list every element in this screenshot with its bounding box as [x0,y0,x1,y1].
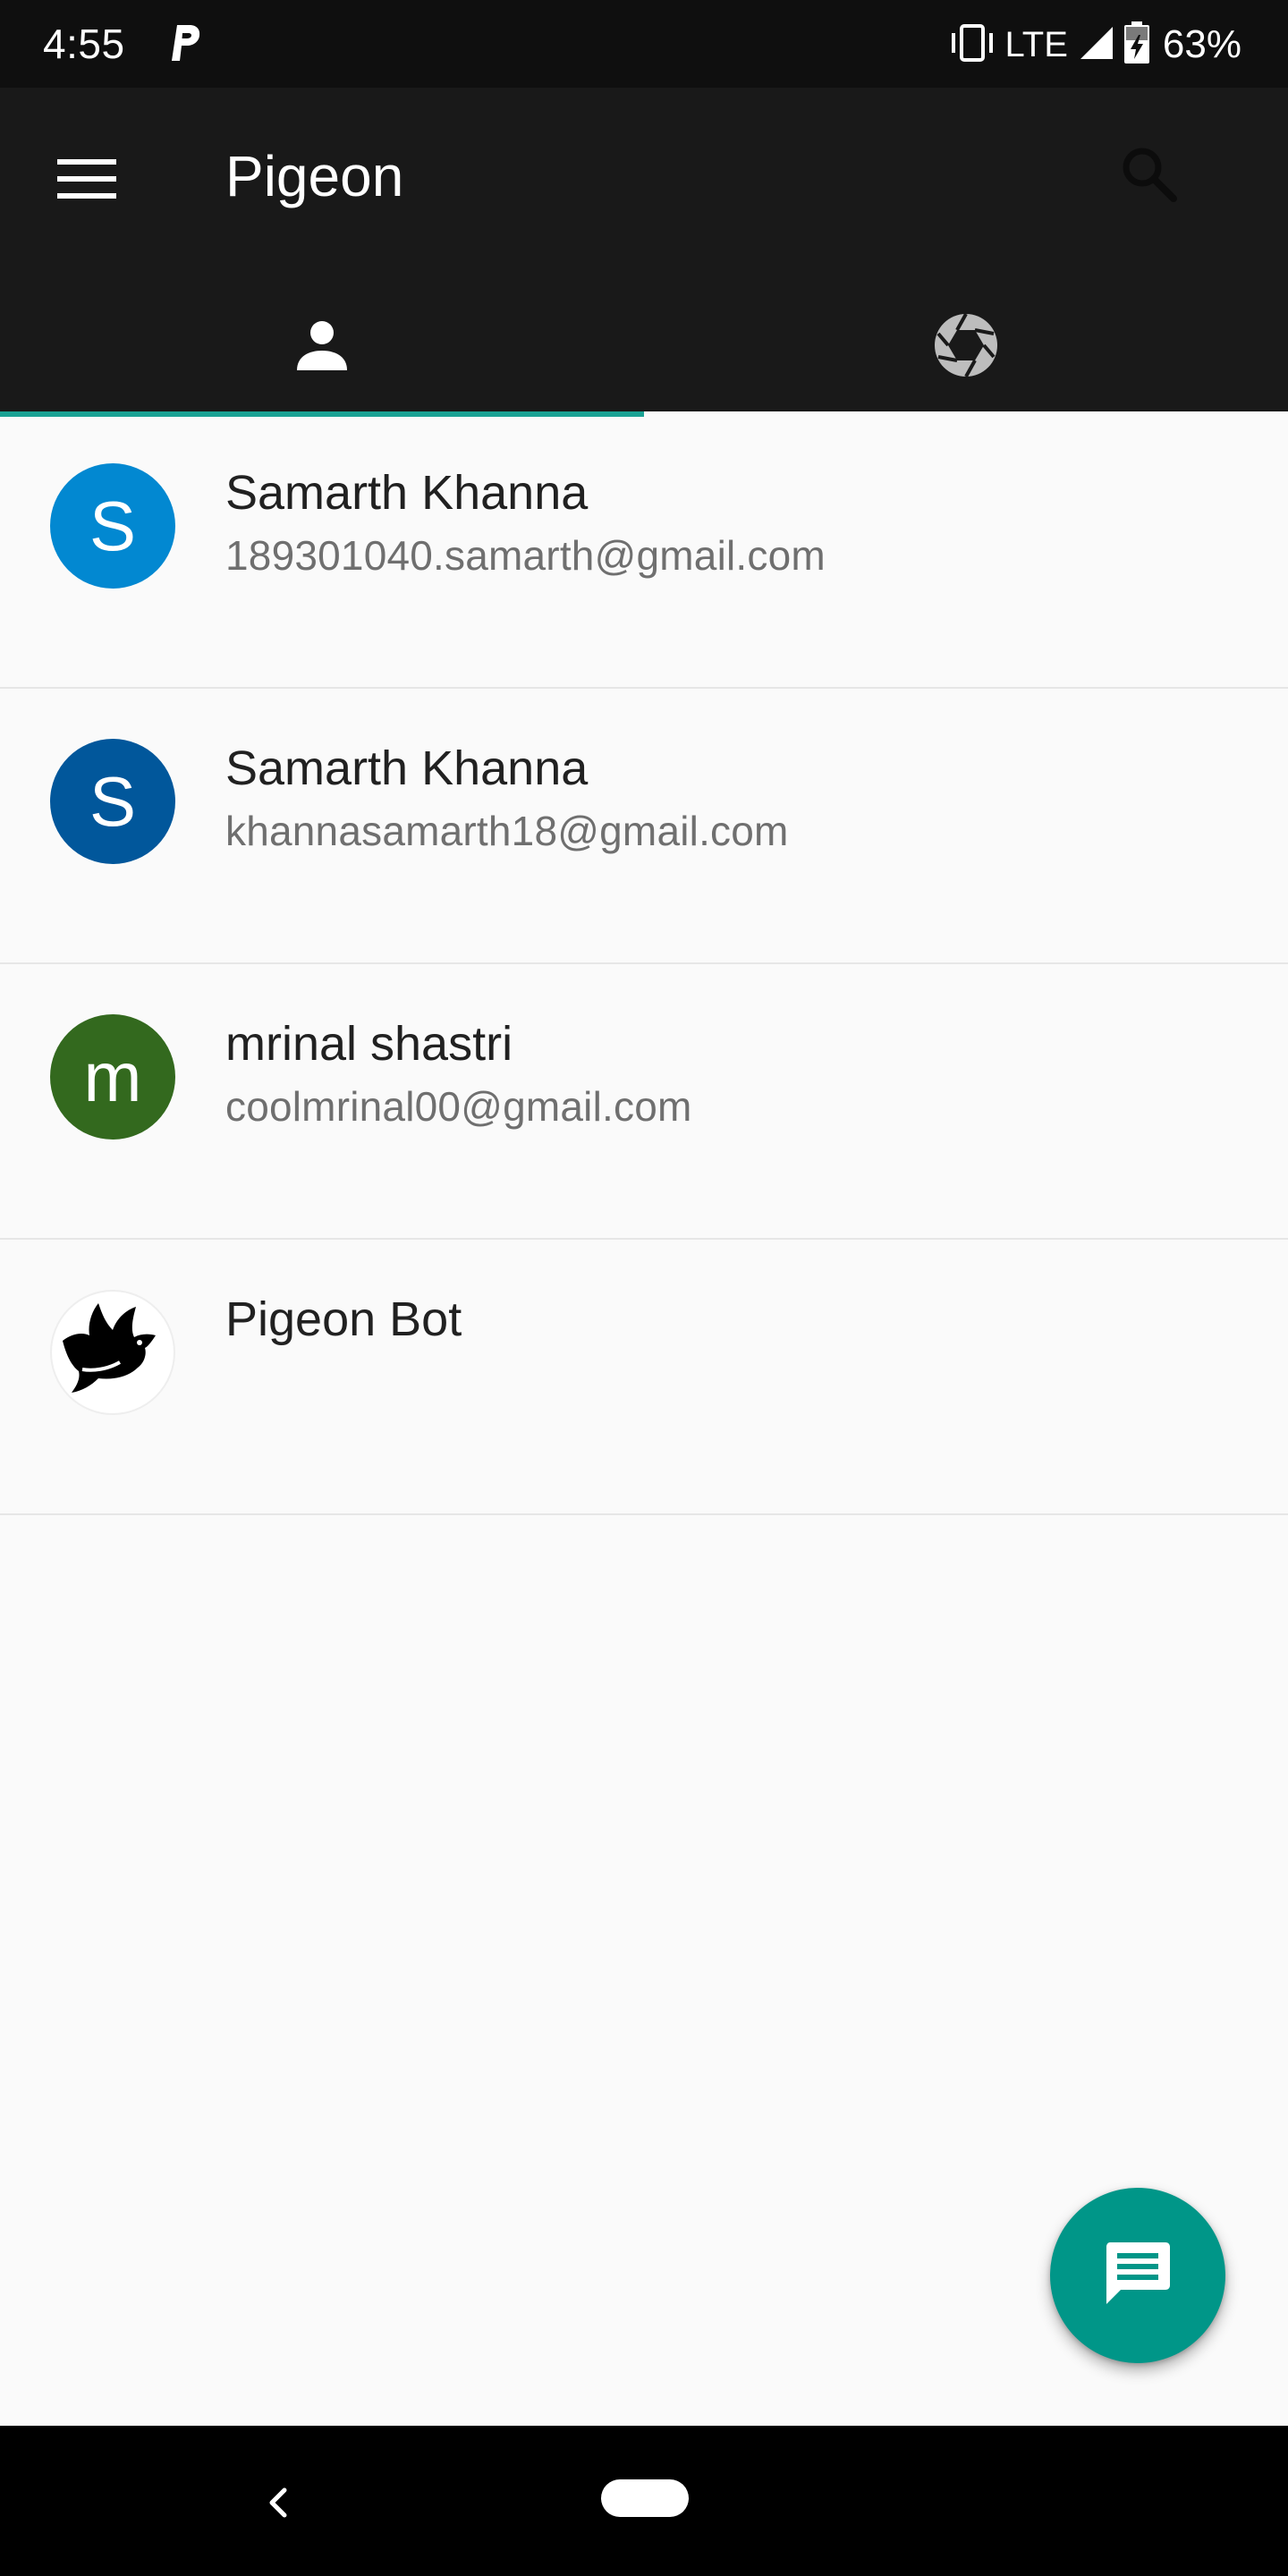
contact-name: Pigeon Bot [225,1292,462,1346]
avatar: S [50,463,175,589]
avatar: S [50,739,175,864]
status-bar: 4:55 LTE 63% [0,0,1288,88]
list-item[interactable]: S Samarth Khanna khannasamarth18@gmail.c… [0,689,1288,964]
tab-contacts[interactable] [0,283,644,417]
contact-name: Samarth Khanna [225,741,589,795]
chat-icon [1103,2239,1173,2313]
home-pill-icon[interactable] [601,2479,689,2517]
battery-level: 63% [1162,22,1241,66]
person-icon [293,317,351,378]
app-title: Pigeon [225,144,404,208]
pigeon-logo-icon [52,1292,174,1413]
app-bar: Pigeon [0,88,1288,417]
search-icon[interactable] [1118,143,1181,206]
battery-charging-icon [1123,21,1150,69]
tab-bar [0,283,1288,417]
screen: 4:55 LTE 63% Pigeon S Samarth Khanna 189… [0,0,1288,2576]
network-type: LTE [1004,24,1068,64]
status-icons: LTE 63% [948,18,1241,72]
back-icon[interactable] [259,2476,295,2529]
contact-list: S Samarth Khanna 189301040.samarth@gmail… [0,413,1288,1515]
list-item[interactable]: m mrinal shastri coolmrinal00@gmail.com [0,964,1288,1240]
avatar-initial: m [83,1037,142,1116]
camera-aperture-icon [933,312,999,383]
avatar-initial: S [89,761,137,841]
list-item[interactable]: S Samarth Khanna 189301040.samarth@gmail… [0,413,1288,689]
new-chat-button[interactable] [1050,2188,1225,2363]
avatar-initial: S [89,486,137,565]
list-item[interactable]: Pigeon Bot [0,1240,1288,1515]
signal-icon [1079,25,1114,65]
avatar: m [50,1014,175,1140]
p-icon [166,21,202,63]
status-time: 4:55 [43,21,125,67]
contact-name: Samarth Khanna [225,466,589,520]
nav-bar [0,2426,1288,2576]
contact-email: khannasamarth18@gmail.com [225,808,789,854]
contact-name: mrinal shastri [225,1017,513,1071]
avatar [50,1290,175,1415]
contact-email: coolmrinal00@gmail.com [225,1083,692,1130]
menu-icon[interactable] [57,157,116,200]
tab-camera[interactable] [644,283,1288,411]
contact-email: 189301040.samarth@gmail.com [225,532,826,579]
vibrate-icon [948,23,996,67]
